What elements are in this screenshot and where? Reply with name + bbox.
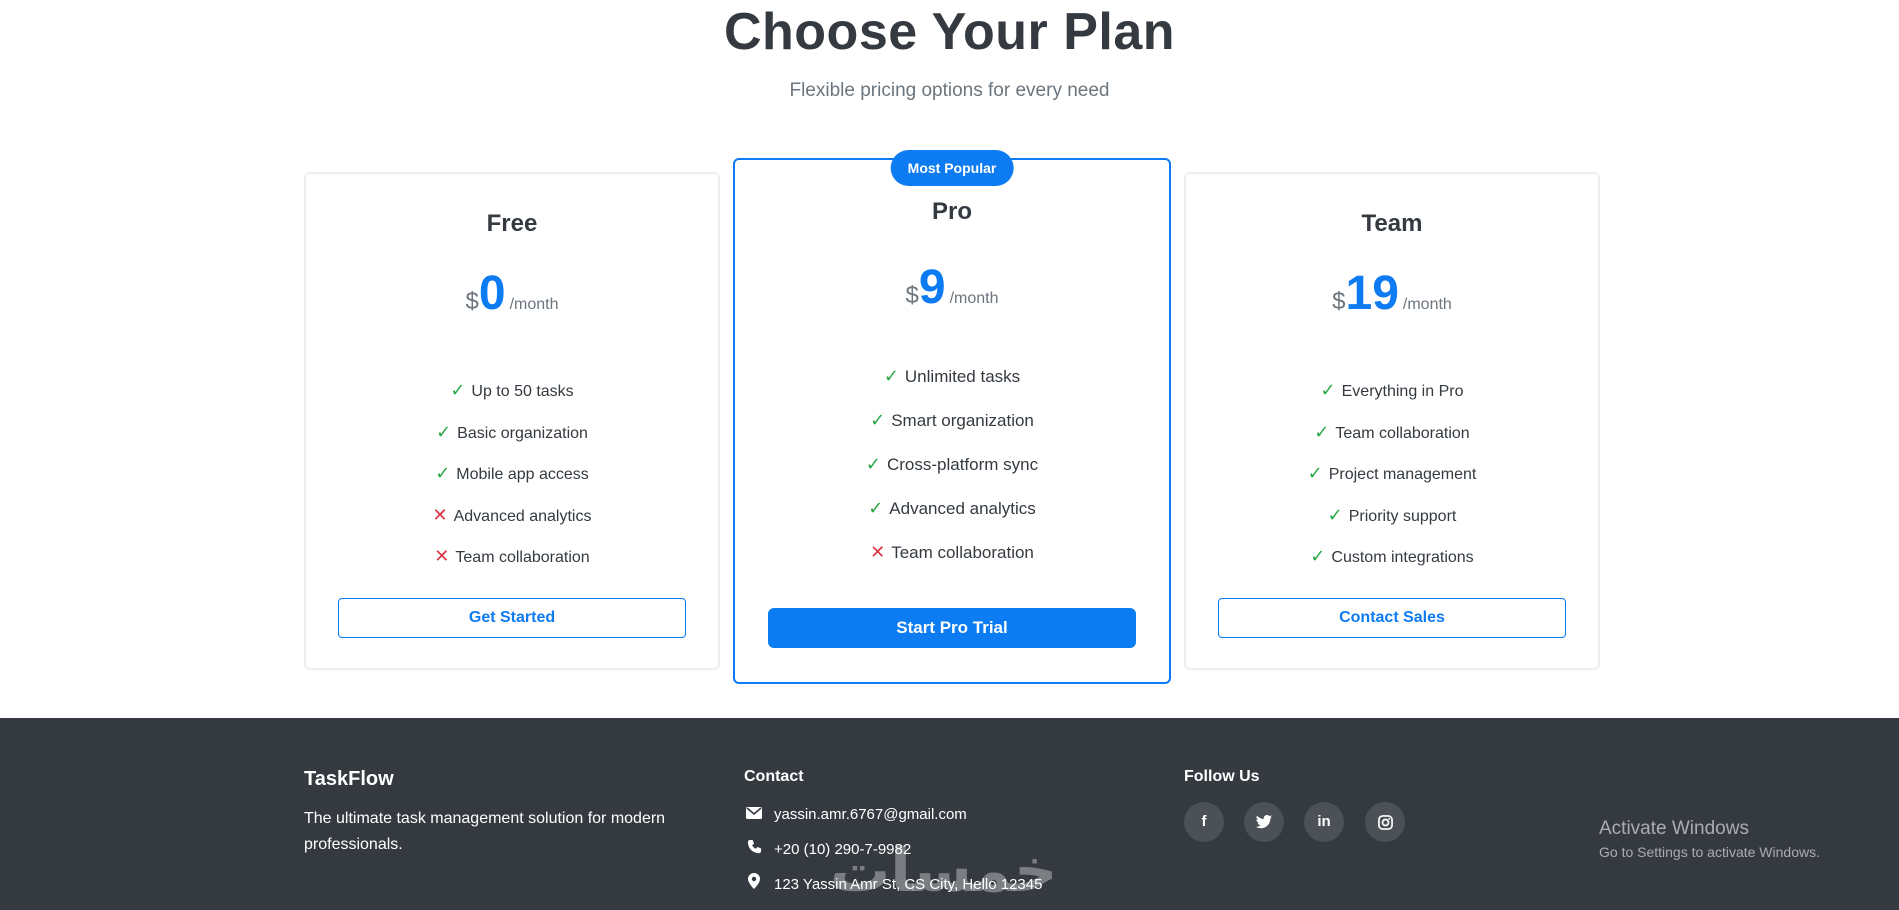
footer-description: The ultimate task management solution fo… [304,810,666,853]
map-pin-icon [744,873,764,893]
check-icon: ✓ [450,380,466,400]
cross-icon: ✕ [432,504,448,525]
price-period: /month [949,290,999,307]
twitter-icon[interactable] [1244,802,1284,842]
feature-item: ✓ Smart organization [870,410,1034,430]
cross-icon: ✕ [870,542,886,562]
feature-item: ✓ Everything in Pro [1320,380,1464,400]
feature-item: ✓ Project management [1307,463,1477,484]
feature-item: ✓ Unlimited tasks [883,366,1021,386]
plan-name: Free [486,210,538,237]
most-popular-badge: Most Popular [890,150,1014,186]
check-icon: ✓ [436,421,452,442]
feature-list: ✓ Everything in Pro ✓ Team collaboration ✓… [1186,370,1598,578]
plan-card-free: Free $0/month ✓ Up to 50 tasks ✓ Basic org… [304,172,720,670]
price-amount: 9 [918,261,946,314]
feature-item: ✓ Mobile app access [435,463,589,484]
feature-list: ✓ Unlimited tasks ✓ Smart organization ✓ Cr… [735,354,1169,574]
linkedin-icon[interactable]: in [1304,802,1344,842]
feature-item: ✓ Cross-platform sync [865,454,1039,474]
check-icon: ✓ [1310,546,1326,567]
plan-name: Pro [931,198,972,225]
follow-heading: Follow Us [1184,768,1260,785]
check-icon: ✓ [1320,380,1336,400]
contact-heading: Contact [744,768,804,785]
feature-item: ✓ Up to 50 tasks [450,380,574,400]
envelope-icon [744,806,764,823]
plan-price: $19/month [1186,266,1598,321]
cross-icon: ✕ [434,546,450,567]
feature-item: ✕ Team collaboration [870,542,1034,562]
price-currency: $ [465,288,479,315]
price-amount: 0 [478,267,506,320]
price-currency: $ [905,282,919,309]
check-icon: ✓ [1327,504,1343,525]
plan-price: $0/month [306,266,718,321]
instagram-icon[interactable] [1365,802,1405,842]
footer-brand: TaskFlow [304,768,394,790]
feature-item: ✓ Advanced analytics [868,498,1036,518]
activate-windows-notice: Activate Windows Go to Settings to activ… [1599,818,1820,860]
watermark-logo: خمسات [830,836,1058,906]
check-icon: ✓ [868,498,884,518]
contact-email[interactable]: yassin.amr.6767@gmail.com [744,806,967,823]
check-icon: ✓ [865,454,881,474]
check-icon: ✓ [435,463,451,484]
plan-card-pro: Most Popular Pro $9/month ✓ Unlimited tas… [733,150,1171,684]
feature-item: ✓ Team collaboration [1314,421,1470,442]
price-period: /month [1402,296,1452,313]
check-icon: ✓ [1307,463,1323,484]
price-currency: $ [1332,288,1346,315]
contact-sales-button[interactable]: Contact Sales [1218,598,1566,638]
plan-name: Team [1361,210,1423,237]
page-title: Choose Your Plan [723,3,1176,61]
check-icon: ✓ [883,366,899,386]
page-subtitle: Flexible pricing options for every need [789,80,1110,101]
feature-item: ✕ Team collaboration [434,546,590,567]
feature-list: ✓ Up to 50 tasks ✓ Basic organization ✓ Mob… [306,370,718,578]
get-started-button[interactable]: Get Started [338,598,686,638]
facebook-icon[interactable]: f [1184,802,1224,842]
phone-icon [744,839,764,858]
plan-price: $9/month [735,260,1169,315]
check-icon: ✓ [870,410,886,430]
footer: TaskFlow The ultimate task management so… [0,718,1899,910]
feature-item: ✕ Advanced analytics [432,504,592,525]
price-amount: 19 [1345,267,1399,320]
plan-card-team: Team $19/month ✓ Everything in Pro ✓ Team … [1184,172,1600,670]
start-pro-trial-button[interactable]: Start Pro Trial [768,608,1136,648]
check-icon: ✓ [1314,421,1330,442]
feature-item: ✓ Custom integrations [1310,546,1474,567]
feature-item: ✓ Basic organization [436,421,588,442]
feature-item: ✓ Priority support [1327,504,1457,525]
price-period: /month [509,296,559,313]
